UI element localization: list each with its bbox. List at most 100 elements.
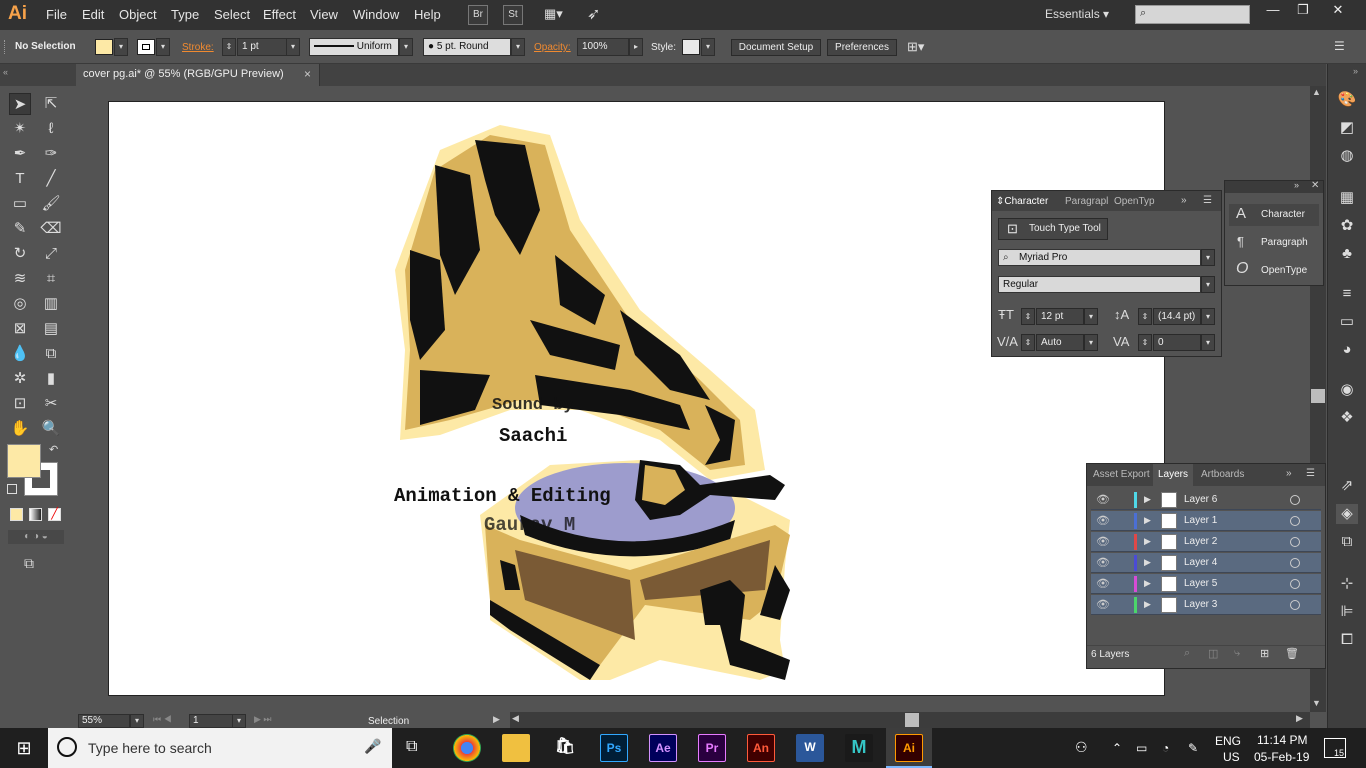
credit-animation-name[interactable]: Gaurav M [484, 514, 575, 536]
document-setup-button[interactable]: Document Setup [731, 39, 821, 56]
arrange-icon[interactable]: ⊞▾ [907, 39, 924, 55]
paintbrush-tool-icon[interactable]: 🖌 [40, 193, 62, 215]
credit-sound-name[interactable]: Saachi [499, 425, 567, 447]
direct-selection-tool-icon[interactable]: ⇱ [40, 93, 62, 115]
chrome-icon[interactable] [453, 734, 481, 762]
scale-tool-icon[interactable]: ⤢ [40, 243, 62, 265]
opacity-slider-button[interactable]: ▸ [629, 38, 643, 56]
color-mode-icon[interactable] [10, 508, 23, 521]
layer-row[interactable]: 👁 ▶ Layer 1 [1091, 511, 1321, 531]
gpu-performance-icon[interactable]: ➶ [587, 4, 600, 24]
visibility-eye-icon[interactable]: 👁 [1096, 553, 1110, 573]
artboards-panel-icon[interactable]: ⧉ [1336, 532, 1358, 552]
layer-target-icon[interactable] [1290, 537, 1300, 547]
vertical-scroll-thumb[interactable] [1311, 389, 1325, 403]
tab-paragraph[interactable]: Paragrapl [1065, 196, 1108, 207]
touch-type-tool-button[interactable]: ⊡ Touch Type Tool [998, 218, 1108, 240]
layer-name[interactable]: Layer 6 [1184, 490, 1217, 510]
layer-name[interactable]: Layer 3 [1184, 595, 1217, 615]
layer-name[interactable]: Layer 2 [1184, 532, 1217, 552]
transparency-panel-icon[interactable]: ◕ [1336, 340, 1358, 360]
word-icon[interactable]: W [796, 734, 824, 762]
visibility-eye-icon[interactable]: 👁 [1096, 511, 1110, 531]
slice-tool-icon[interactable]: ✂ [40, 393, 62, 415]
windows-start-icon[interactable]: ⊞ [0, 728, 48, 768]
stroke-label[interactable]: Stroke: [182, 42, 214, 53]
tab-layers[interactable]: Layers [1158, 469, 1188, 480]
horizontal-scroll-thumb[interactable] [905, 713, 919, 727]
font-size-field[interactable]: 12 pt [1036, 308, 1084, 325]
tab-character[interactable]: ⇕Character [996, 196, 1048, 207]
menu-effect[interactable]: Effect [263, 7, 296, 22]
after-effects-icon[interactable]: Ae [649, 734, 677, 762]
font-family-field[interactable]: ⌕ Myriad Pro [998, 249, 1201, 266]
gramophone-artwork[interactable] [380, 120, 800, 690]
opacity-label[interactable]: Opacity: [534, 42, 571, 53]
close-panel-icon[interactable]: ✕ [1311, 180, 1319, 191]
stroke-weight-field[interactable]: 1 pt [237, 38, 287, 56]
tracking-field[interactable]: 0 [1153, 334, 1201, 351]
line-tool-icon[interactable]: ╱ [40, 168, 62, 190]
expand-tabs-icon[interactable]: » [1181, 195, 1187, 206]
menu-window[interactable]: Window [353, 7, 399, 22]
rectangle-tool-icon[interactable]: ▭ [9, 193, 31, 215]
layers-menu-icon[interactable]: ☰ [1306, 468, 1315, 479]
pen-tool-icon[interactable]: ✒ [9, 143, 31, 165]
brushes-panel-icon[interactable]: ✿ [1336, 216, 1358, 236]
symbols-panel-icon[interactable]: ♣ [1336, 244, 1358, 264]
shaper-tool-icon[interactable]: ✎ [9, 218, 31, 240]
align-panel-icon[interactable]: ⊫ [1336, 602, 1358, 622]
stroke-color-swatch[interactable] [137, 39, 155, 55]
selection-tool-icon[interactable]: ➤ [9, 93, 31, 115]
microphone-icon[interactable]: 🎤 [364, 738, 381, 755]
illustrator-taskbar-icon[interactable]: Ai [895, 734, 923, 762]
layers-expand-icon[interactable]: » [1286, 468, 1292, 479]
expand-layer-icon[interactable]: ▶ [1144, 494, 1151, 505]
layer-name[interactable]: Layer 4 [1184, 553, 1217, 573]
tab-opentype[interactable]: OpenTyp [1114, 196, 1155, 207]
width-tool-icon[interactable]: ≋ [9, 268, 31, 290]
zoom-dropdown[interactable]: ▾ [130, 714, 144, 728]
kerning-field[interactable]: Auto [1036, 334, 1084, 351]
scroll-right-icon[interactable]: ▶ [1296, 713, 1303, 724]
control-menu-icon[interactable]: ☰ [1334, 39, 1345, 53]
color-guide-icon[interactable]: ◩ [1336, 118, 1358, 138]
layer-target-icon[interactable] [1290, 495, 1300, 505]
transform-panel-icon[interactable]: ⊹ [1336, 574, 1358, 594]
scroll-left-icon[interactable]: ◀ [512, 713, 519, 724]
language-label[interactable]: ENG [1215, 734, 1241, 748]
task-view-icon[interactable]: ⧉ [406, 738, 417, 756]
menu-object[interactable]: Object [119, 7, 157, 22]
variable-width-profile[interactable]: Uniform [309, 38, 399, 56]
bridge-button[interactable]: Br [468, 5, 488, 25]
menu-edit[interactable]: Edit [82, 7, 104, 22]
tracking-dropdown[interactable]: ▾ [1201, 334, 1215, 351]
first-artboard-icon[interactable]: ⏮ ◀ [153, 714, 172, 725]
media-app-icon[interactable]: M [845, 734, 873, 762]
eyedropper-tool-icon[interactable]: 💧 [9, 343, 31, 365]
notification-center-icon[interactable]: 15 [1324, 738, 1346, 758]
menu-type[interactable]: Type [171, 7, 199, 22]
brush-dropdown[interactable]: ▾ [511, 38, 525, 56]
battery-icon[interactable]: ▭ [1136, 741, 1147, 755]
recolor-icon[interactable]: ◍ [1336, 146, 1358, 166]
gradient-mode-icon[interactable] [29, 508, 42, 521]
arrange-documents-icon[interactable]: ▦▾ [544, 6, 572, 22]
lasso-tool-icon[interactable]: ℓ [40, 118, 62, 140]
screen-mode-icon[interactable]: ⧉ [24, 555, 34, 572]
magic-wand-tool-icon[interactable]: ✴ [9, 118, 31, 140]
network-icon[interactable]: ◔ [1162, 741, 1169, 755]
store-icon[interactable]: 🛍 [551, 734, 579, 762]
pen-workspace-icon[interactable]: ✎ [1188, 741, 1198, 755]
tracking-stepper[interactable]: ⇕ [1138, 334, 1152, 351]
default-colors-icon[interactable] [7, 484, 17, 494]
leading-stepper[interactable]: ⇕ [1138, 308, 1152, 325]
profile-dropdown[interactable]: ▾ [399, 38, 413, 56]
opacity-field[interactable]: 100% [577, 38, 629, 56]
character-panel-menu-icon[interactable]: ☰ [1203, 195, 1212, 206]
free-transform-tool-icon[interactable]: ⌗ [40, 268, 62, 290]
font-style-field[interactable]: Regular [998, 276, 1201, 293]
collapsed-opentype-item[interactable]: OpenType [1261, 260, 1307, 282]
scroll-down-icon[interactable]: ▼ [1312, 698, 1321, 708]
font-size-dropdown[interactable]: ▾ [1084, 308, 1098, 325]
